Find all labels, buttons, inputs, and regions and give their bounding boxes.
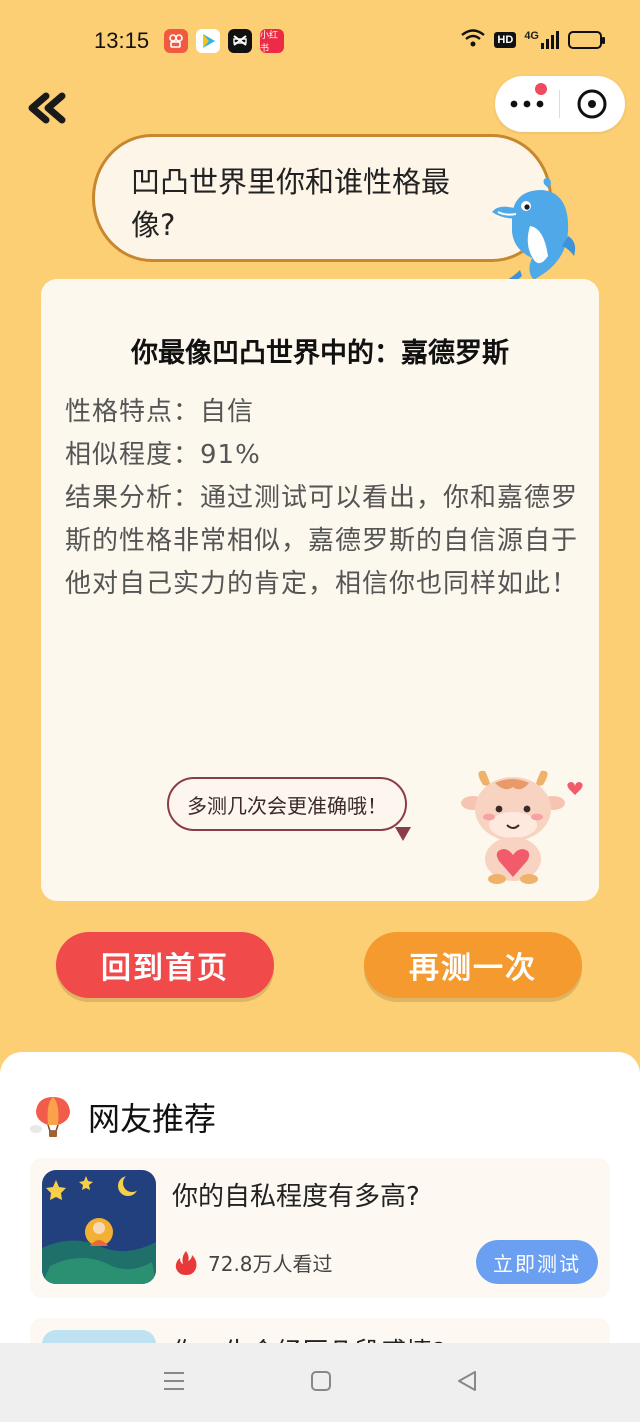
test-now-button[interactable]: 立即测试 [476, 1240, 598, 1284]
hint-speech-bubble: 多测几次会更准确哦！ [167, 777, 407, 831]
recommend-title: 网友推荐 [88, 1100, 217, 1138]
signal-icon: 4G [524, 30, 560, 50]
battery-icon [568, 31, 605, 49]
more-button[interactable] [495, 76, 559, 132]
hd-badge: HD [494, 32, 517, 48]
home-icon[interactable] [309, 1369, 333, 1397]
close-circle-icon [577, 89, 607, 119]
retry-button[interactable]: 再测一次 [364, 932, 582, 998]
recommend-item[interactable]: 你的自私程度有多高? 72.8万人看过 立即测试 [30, 1158, 610, 1298]
video-play-icon [196, 29, 220, 53]
hot-air-balloon-icon [30, 1097, 70, 1137]
fire-icon [175, 1250, 197, 1275]
more-dots-icon [510, 100, 544, 108]
xiaohongshu-icon: 小红书 [260, 29, 284, 54]
recommend-thumbnail [42, 1170, 156, 1284]
capcut-icon [228, 29, 252, 53]
dolphin-illustration [484, 176, 580, 290]
double-chevron-left-icon [28, 92, 66, 124]
menu-icon[interactable] [161, 1369, 187, 1397]
recommend-item-title: 你的自私程度有多高? [172, 1182, 420, 1212]
result-similarity: 相似程度：91% [65, 440, 261, 470]
recommend-header: 网友推荐 [30, 1094, 216, 1140]
hint-text: 多测几次会更准确哦！ [187, 793, 387, 818]
result-details: 性格特点：自信 相似程度：91% 结果分析：通过测试可以看出，你和嘉德罗斯的性格… [65, 391, 581, 606]
status-bar: 13:15 小红书 HD 4G [0, 0, 640, 80]
kuaishou-icon [164, 29, 188, 53]
result-trait: 性格特点：自信 [65, 397, 255, 427]
question-title: 凹凸世界里你和谁性格最像? [131, 165, 451, 242]
result-card: 你最像凹凸世界中的：嘉德罗斯 性格特点：自信 相似程度：91% 结果分析：通过测… [41, 279, 599, 901]
back-triangle-icon[interactable] [455, 1369, 479, 1397]
back-button[interactable] [26, 88, 70, 128]
miniprogram-capsule [495, 76, 625, 132]
close-button[interactable] [560, 76, 624, 132]
status-time: 13:15 [94, 28, 150, 53]
recommend-panel: 网友推荐 你的自私程度有多高? 72.8万人看过 立即测试 [0, 1052, 640, 1352]
wifi-icon [460, 28, 486, 52]
result-title: 你最像凹凸世界中的：嘉德罗斯 [131, 338, 509, 369]
system-nav-bar [0, 1343, 640, 1422]
speech-tail [395, 827, 411, 841]
status-indicators: HD 4G [460, 28, 605, 52]
notification-badges: 小红书 [164, 29, 284, 54]
recommend-views: 72.8万人看过 [172, 1248, 333, 1277]
notification-dot [535, 83, 547, 95]
result-analysis: 结果分析：通过测试可以看出，你和嘉德罗斯的性格非常相似，嘉德罗斯的自信源自于他对… [65, 483, 579, 599]
question-bubble: 凹凸世界里你和谁性格最像? [92, 134, 552, 262]
cow-mascot-illustration [455, 765, 585, 889]
recommend-views-count: 72.8万人看过 [208, 1252, 333, 1276]
home-button[interactable]: 回到首页 [56, 932, 274, 998]
